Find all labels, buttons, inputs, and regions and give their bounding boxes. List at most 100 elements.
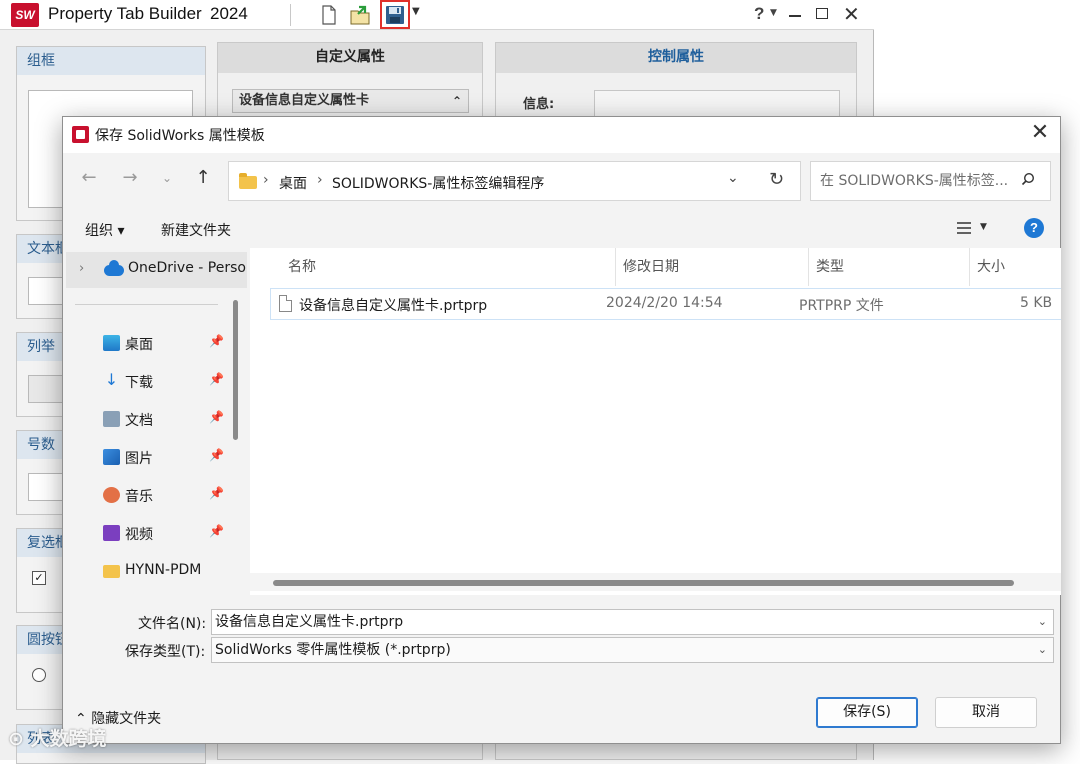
panel-header: 控制属性: [496, 43, 856, 73]
horizontal-scrollbar[interactable]: [250, 573, 1061, 591]
expand-chevron-icon[interactable]: ›: [79, 261, 84, 276]
checkbox-checked-icon: ✓: [32, 571, 46, 585]
file-modified: 2024/2/20 14:54: [606, 295, 723, 311]
nav-item-label: 桌面: [125, 337, 153, 353]
music-icon: [103, 487, 120, 503]
breadcrumb-current-folder[interactable]: SOLIDWORKS-属性标签编辑程序: [332, 173, 544, 193]
address-dropdown-icon[interactable]: ⌄: [727, 170, 739, 186]
download-icon: ↓: [104, 370, 119, 389]
toolbar-separator: [290, 4, 291, 26]
nav-item-label: 图片: [125, 451, 153, 467]
pin-icon[interactable]: 📌: [209, 524, 224, 538]
pin-icon[interactable]: 📌: [209, 448, 224, 462]
column-header-modified[interactable]: 修改日期: [623, 256, 679, 276]
table-row[interactable]: 设备信息自定义属性卡.prtprp 2024/2/20 14:54 PRTPRP…: [270, 288, 1061, 320]
search-input[interactable]: [812, 163, 1017, 199]
breadcrumb-desktop[interactable]: 桌面: [279, 173, 307, 193]
nav-item-hynn-pdm[interactable]: HYNN-PDM: [63, 554, 243, 590]
sort-ascending-icon: ^: [442, 248, 451, 255]
new-folder-button[interactable]: 新建文件夹: [161, 220, 231, 240]
nav-item-desktop[interactable]: 桌面 📌: [63, 326, 243, 362]
up-arrow-icon[interactable]: ↑: [191, 167, 215, 188]
column-header-size[interactable]: 大小: [977, 256, 1005, 276]
pin-icon[interactable]: 📌: [209, 334, 224, 348]
column-header-type[interactable]: 类型: [816, 256, 844, 276]
horizontal-scroll-thumb[interactable]: [273, 580, 1014, 586]
dialog-close-icon[interactable]: ✕: [1025, 120, 1055, 145]
pin-icon[interactable]: 📌: [209, 372, 224, 386]
organize-menu[interactable]: 组织 ▾: [85, 220, 124, 240]
filename-value: 设备信息自定义属性卡.prtprp: [215, 614, 404, 630]
dialog-titlebar: 保存 SolidWorks 属性模板 ✕: [63, 117, 1060, 153]
filetype-select[interactable]: SolidWorks 零件属性模板 (*.prtprp) ⌄: [211, 637, 1054, 663]
nav-scrollbar[interactable]: [233, 300, 238, 440]
breadcrumb-separator-icon[interactable]: ›: [317, 172, 323, 188]
save-dialog: 保存 SolidWorks 属性模板 ✕ ← → ⌄ ↑ › 桌面 › SOLI…: [62, 116, 1061, 744]
nav-item-videos[interactable]: 视频 📌: [63, 516, 243, 552]
filename-label: 文件名(N):: [138, 616, 207, 632]
view-dropdown-caret-icon[interactable]: ▼: [980, 222, 987, 232]
open-folder-icon[interactable]: [349, 4, 371, 26]
column-divider[interactable]: [615, 248, 616, 286]
watermark-logo-icon: ⊙: [8, 728, 31, 750]
nav-item-music[interactable]: 音乐 📌: [63, 478, 243, 514]
help-dropdown-caret-icon[interactable]: ▼: [770, 8, 777, 18]
palette-label: 组框: [17, 47, 205, 75]
folder-icon: [239, 173, 257, 189]
search-box[interactable]: [810, 161, 1051, 201]
panel-header: 自定义属性: [218, 43, 482, 73]
recent-locations-chevron-icon[interactable]: ⌄: [155, 171, 179, 185]
filetype-label: 保存类型(T):: [125, 644, 206, 660]
file-icon: [279, 295, 292, 312]
pictures-icon: [103, 449, 120, 465]
back-arrow-icon[interactable]: ←: [77, 167, 101, 188]
desktop-icon: [103, 335, 120, 351]
property-card-header[interactable]: 设备信息自定义属性卡 ⌃: [232, 89, 469, 113]
save-dropdown-caret-icon[interactable]: ▼: [412, 6, 420, 17]
column-divider[interactable]: [808, 248, 809, 286]
collapse-chevron-icon[interactable]: ⌃: [452, 90, 462, 112]
nav-item-label: HYNN-PDM: [125, 562, 202, 578]
column-header-name[interactable]: 名称: [288, 256, 316, 276]
column-divider[interactable]: [969, 248, 970, 286]
file-type: PRTPRP 文件: [799, 298, 884, 314]
info-label: 信息:: [523, 97, 555, 112]
pin-icon[interactable]: 📌: [209, 410, 224, 424]
nav-item-onedrive[interactable]: › OneDrive - Personal: [66, 252, 247, 288]
save-button[interactable]: 保存(S): [816, 697, 918, 728]
new-file-icon[interactable]: [318, 4, 340, 26]
maximize-icon[interactable]: [816, 8, 828, 19]
nav-item-documents[interactable]: 文档 📌: [63, 402, 243, 438]
filetype-value: SolidWorks 零件属性模板 (*.prtprp): [215, 642, 451, 658]
filetype-dropdown-icon[interactable]: ⌄: [1038, 638, 1047, 662]
watermark: ⊙ 大数跨境: [8, 724, 107, 751]
dialog-help-icon[interactable]: ?: [1024, 218, 1044, 238]
app-close-icon[interactable]: ✕: [843, 2, 860, 26]
file-name: 设备信息自定义属性卡.prtprp: [299, 298, 488, 314]
minimize-icon[interactable]: [789, 15, 801, 17]
watermark-text: 大数跨境: [30, 728, 107, 750]
app-titlebar: SW Property Tab Builder 2024 ▼ ? ▼ ✕: [0, 0, 874, 30]
onedrive-label: OneDrive - Personal: [128, 260, 247, 276]
onedrive-cloud-icon: [104, 260, 124, 276]
view-options-icon[interactable]: [956, 221, 972, 235]
folder-icon: [103, 565, 120, 578]
save-disk-icon[interactable]: [384, 4, 406, 26]
nav-divider: [75, 304, 218, 305]
cancel-button[interactable]: 取消: [935, 697, 1037, 728]
nav-item-downloads[interactable]: ↓ 下载 📌: [63, 364, 243, 400]
help-icon[interactable]: ?: [754, 4, 764, 24]
nav-item-pictures[interactable]: 图片 📌: [63, 440, 243, 476]
pin-icon[interactable]: 📌: [209, 486, 224, 500]
solidworks-logo-icon: SW: [11, 3, 39, 27]
address-bar[interactable]: › 桌面 › SOLIDWORKS-属性标签编辑程序 ⌄ ↻: [228, 161, 801, 201]
search-icon[interactable]: [1021, 172, 1035, 186]
filename-input[interactable]: 设备信息自定义属性卡.prtprp ⌄: [211, 609, 1054, 635]
filename-dropdown-icon[interactable]: ⌄: [1038, 610, 1047, 634]
video-icon: [103, 525, 120, 541]
breadcrumb-separator-icon[interactable]: ›: [263, 172, 269, 188]
file-size: 5 KB: [1020, 295, 1053, 311]
refresh-icon[interactable]: ↻: [769, 169, 784, 190]
property-card-title: 设备信息自定义属性卡: [239, 93, 370, 108]
forward-arrow-icon[interactable]: →: [118, 167, 142, 188]
